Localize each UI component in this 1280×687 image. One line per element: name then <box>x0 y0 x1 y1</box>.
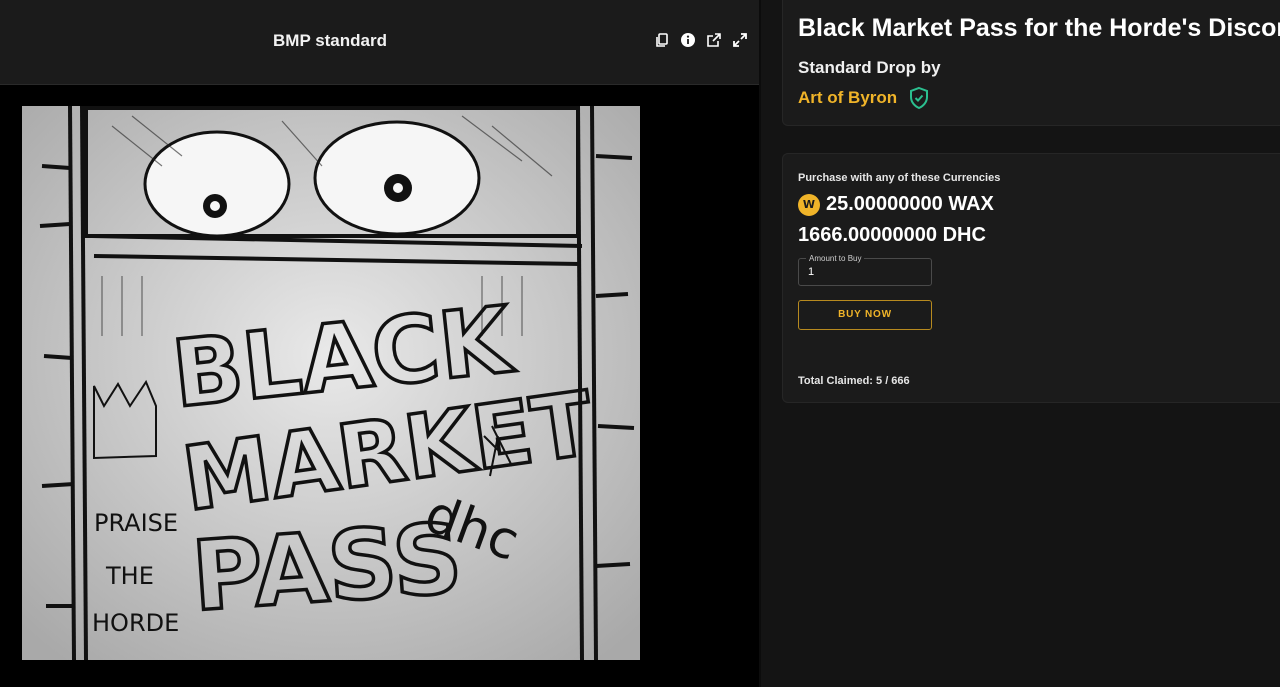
price-dhc: 1666.00000000 DHC <box>798 224 986 246</box>
price-row-wax: W 25.00000000 WAX <box>798 193 994 216</box>
asset-viewer: BMP standard BLACK MARKET PASS PRAISE TH… <box>0 0 759 687</box>
creator-name[interactable]: Art of Byron <box>798 88 897 108</box>
price-wax: 25.00000000 WAX <box>826 193 994 215</box>
purchase-card: Purchase with any of these Currencies W … <box>782 153 1280 403</box>
buy-now-button[interactable]: BUY NOW <box>798 300 932 330</box>
price-row-dhc: 1666.00000000 DHC <box>798 224 986 247</box>
nft-artwork-image: BLACK MARKET PASS PRAISE THE HORDE dhc <box>22 106 640 660</box>
viewer-title: BMP standard <box>273 31 387 50</box>
drop-title: Black Market Pass for the Horde's Discor… <box>798 14 1280 42</box>
open-external-icon[interactable] <box>705 31 723 49</box>
wax-coin-icon: W <box>798 193 820 216</box>
artwork-side-praise: PRAISE <box>94 509 178 537</box>
amount-to-buy-input[interactable] <box>808 266 918 278</box>
artwork-side-the: THE <box>105 562 154 590</box>
drop-detail-panel: Black Market Pass for the Horde's Discor… <box>761 0 1280 687</box>
currencies-label: Purchase with any of these Currencies <box>798 172 1001 184</box>
expand-icon[interactable] <box>731 31 749 49</box>
viewer-header: BMP standard <box>0 0 759 85</box>
page-root: BMP standard BLACK MARKET PASS PRAISE TH… <box>0 0 1280 687</box>
amount-to-buy-label: Amount to Buy <box>806 254 865 263</box>
viewer-toolbar <box>653 31 749 49</box>
artwork-side-horde: HORDE <box>92 609 179 637</box>
drop-info-card: Black Market Pass for the Horde's Discor… <box>782 0 1280 126</box>
total-claimed-text: Total Claimed: 5 / 666 <box>798 375 910 387</box>
drop-subtitle: Standard Drop by <box>798 58 941 77</box>
verified-shield-icon <box>907 86 931 110</box>
copy-icon[interactable] <box>653 31 671 49</box>
creator-link[interactable]: Art of Byron <box>798 86 931 110</box>
amount-to-buy-field[interactable]: Amount to Buy <box>798 254 932 286</box>
info-icon[interactable] <box>679 31 697 49</box>
